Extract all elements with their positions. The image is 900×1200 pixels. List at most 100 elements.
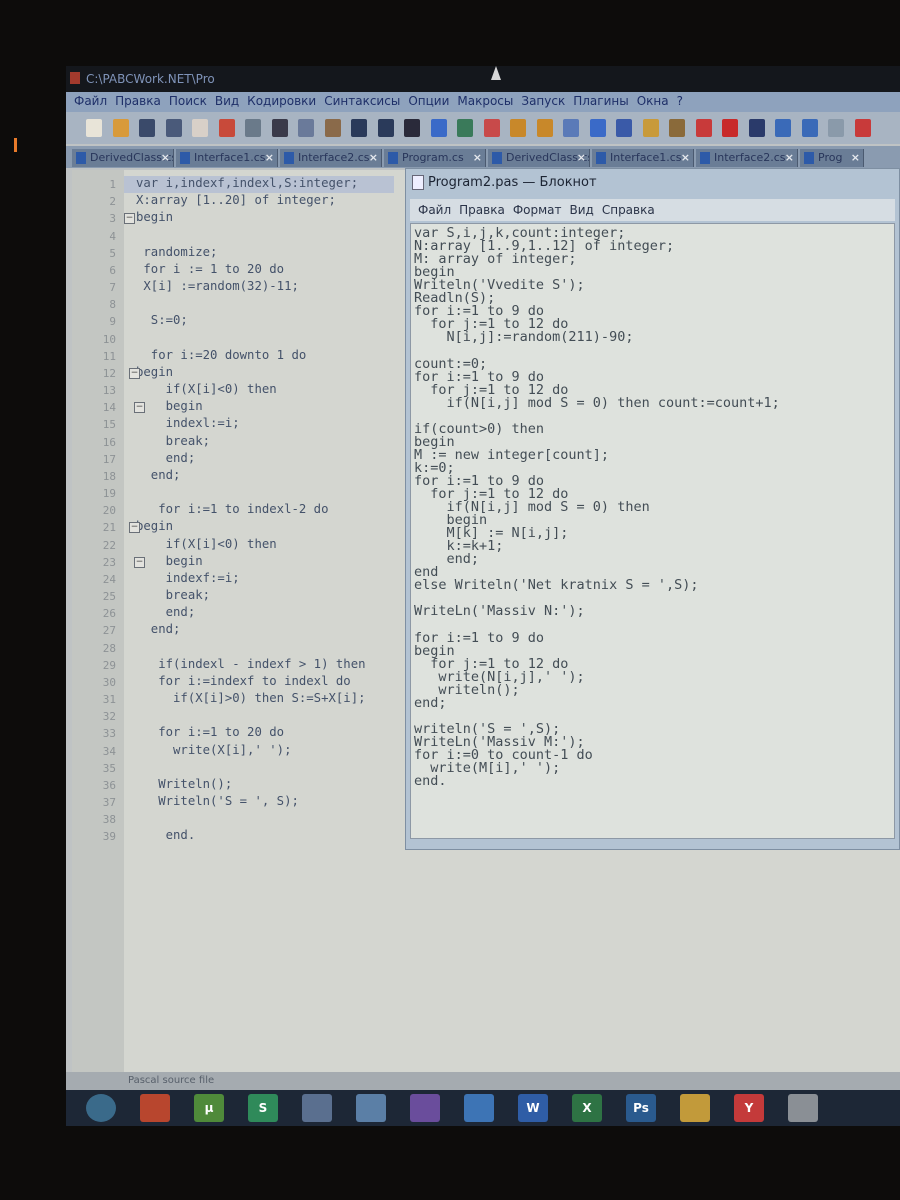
menu-item[interactable]: Синтаксисы [324,94,400,108]
menu-item[interactable]: Окна [637,94,669,108]
menu-item[interactable]: Вид [215,94,239,108]
close-icon[interactable] [192,119,208,137]
menu-item[interactable]: Файл [74,94,107,108]
stop-icon[interactable] [748,119,765,137]
file-tab[interactable]: Interface1.cs × [176,149,278,167]
save-icon[interactable] [139,119,155,137]
fold-toggle-icon[interactable]: − [124,213,135,225]
print-icon[interactable] [245,119,261,137]
menu-item[interactable]: Плагины [573,94,628,108]
wrap-icon[interactable] [563,119,579,137]
fold-toggle-icon[interactable]: − [129,522,140,534]
zoom-in-icon[interactable] [457,119,473,137]
lock-2-icon[interactable] [536,119,553,137]
taskbar-word-icon[interactable]: W [518,1094,548,1122]
taskbar-python-icon[interactable] [302,1094,332,1122]
view-1-icon[interactable] [616,119,632,137]
file-icon [284,152,294,164]
tab-label: Interface2.cs [714,151,786,164]
taskbar-chrome-icon[interactable] [680,1094,710,1122]
code-line: indexl:=i; [136,416,240,431]
file-tab[interactable]: Interface2.cs × [280,149,382,167]
copy-icon[interactable] [298,119,314,137]
line-number: 3 [109,212,116,226]
paragraph-icon[interactable] [589,119,606,137]
line-number: 37 [102,796,116,810]
fold-toggle-icon[interactable]: − [134,556,145,568]
code-line: if(X[i]<0) then [136,382,277,397]
taskbar-photoshop-icon[interactable]: Ps [626,1094,656,1122]
taskbar-unity-icon[interactable] [788,1094,818,1122]
taskbar-yandex-browser-icon[interactable]: Y [734,1094,764,1122]
lock-1-icon[interactable] [510,119,526,137]
line-number: 13 [102,384,116,398]
spellcheck-icon[interactable] [854,119,871,137]
taskbar-excel-icon[interactable]: X [572,1094,602,1122]
file-tab[interactable]: Interface1.cs × [592,149,694,167]
notepad-menu-item[interactable]: Правка [459,203,505,217]
taskbar-vs-code-icon[interactable] [464,1094,494,1122]
open-file-icon[interactable] [112,119,129,137]
close-tab-icon[interactable]: × [681,149,690,167]
file-tab[interactable]: DerivedClass.cs × [488,149,590,167]
taskbar-start-icon[interactable] [86,1094,116,1122]
menu-item[interactable]: ? [677,94,683,108]
menu-item[interactable]: Макросы [457,94,513,108]
menu-item[interactable]: Запуск [521,94,565,108]
file-tab[interactable]: Interface2.cs × [696,149,798,167]
view-4-icon[interactable] [695,119,712,137]
code-line: if(X[i]>0) then S:=S+X[i]; [136,691,366,706]
menu-item[interactable]: Опции [408,94,449,108]
replace-icon[interactable] [430,119,447,137]
notepad-window[interactable]: Program2.pas — Блокнот Файл Правка Формат В… [405,168,900,850]
close-tab-icon[interactable]: × [577,149,586,167]
close-all-icon[interactable] [218,119,235,137]
close-tab-icon[interactable]: × [369,149,378,167]
line-number: 11 [102,349,116,363]
code-line: break; [136,588,211,603]
notepad-menu-item[interactable]: Вид [570,203,594,217]
notepad-menu-item[interactable]: Формат [513,203,562,217]
paste-icon[interactable] [324,119,341,137]
code-line: indexf:=i; [136,570,240,585]
close-tab-icon[interactable]: × [161,149,170,167]
menu-item[interactable]: Кодировки [247,94,316,108]
code-line: randomize; [136,244,218,259]
file-tab[interactable]: DerivedClass.cs × [72,149,174,167]
taskbar-skype-icon[interactable]: S [248,1094,278,1122]
taskbar-app-box-icon[interactable] [356,1094,386,1122]
redo-icon[interactable] [377,119,394,137]
file-tab[interactable]: Program.cs × [384,149,486,167]
save-all-icon[interactable] [165,119,182,137]
taskbar-utorrent-icon[interactable]: µ [194,1094,224,1122]
view-3-icon[interactable] [669,119,685,137]
menu-item[interactable]: Поиск [169,94,207,108]
file-tab[interactable]: Prog × [800,149,864,167]
fold-toggle-icon[interactable]: − [129,367,140,379]
undo-icon[interactable] [351,119,367,137]
menu-item[interactable]: Правка [115,94,161,108]
close-tab-icon[interactable]: × [851,149,860,167]
new-file-icon[interactable] [86,119,102,137]
cut-icon[interactable] [271,119,288,137]
save-macro-icon[interactable] [828,119,844,137]
notepad-menu-item[interactable]: Справка [602,203,655,217]
close-tab-icon[interactable]: × [265,149,274,167]
taskbar-media-player-icon[interactable] [140,1094,170,1122]
fold-toggle-icon[interactable]: − [134,402,145,414]
view-2-icon[interactable] [642,119,659,137]
play-icon[interactable] [775,119,791,137]
ide-titlebar: C:\PABCWork.NET\Pro [66,66,900,92]
notepad-line: N[i,j]:=random(211)-90; [414,329,634,346]
close-tab-icon[interactable]: × [785,149,794,167]
notepad-text-area[interactable]: var S,i,j,k,count:integer; N:array [1..9,… [410,223,895,839]
find-icon[interactable] [404,119,420,137]
status-text: Pascal source file [128,1075,215,1086]
play-fast-icon[interactable] [801,119,818,137]
taskbar-visual-studio-icon[interactable] [410,1094,440,1122]
notepad-menu-item[interactable]: Файл [418,203,451,217]
record-icon[interactable] [722,119,738,137]
close-tab-icon[interactable]: × [473,149,482,167]
zoom-out-icon[interactable] [483,119,500,137]
line-number: 12 [102,366,116,380]
